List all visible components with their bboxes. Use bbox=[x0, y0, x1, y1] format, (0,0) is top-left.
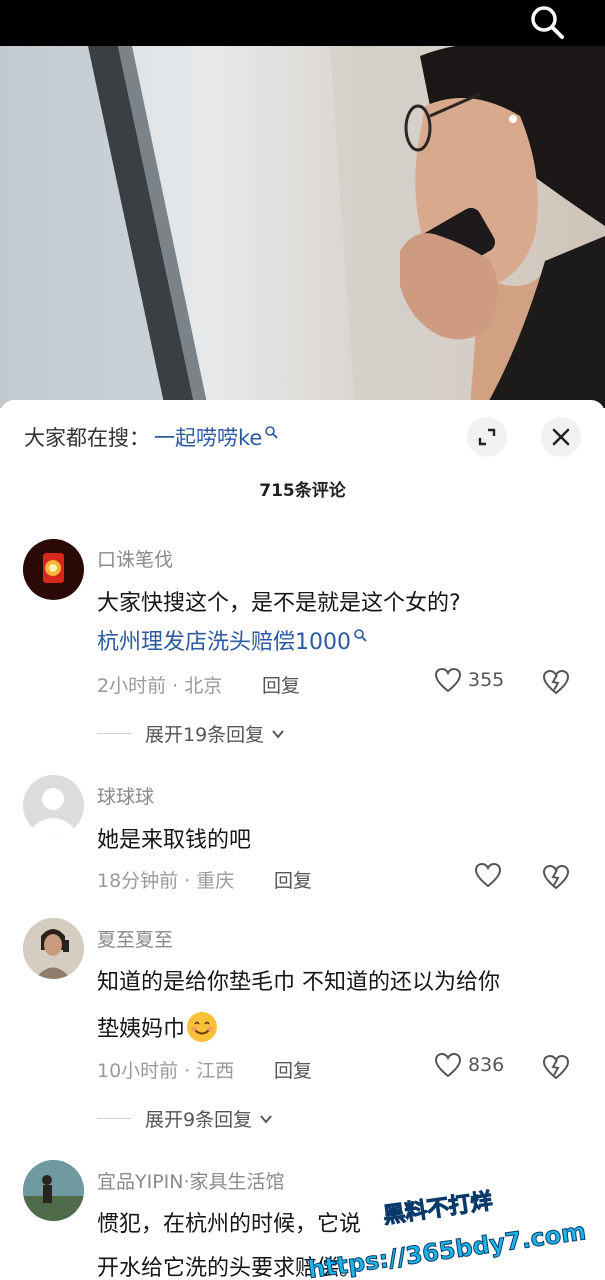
chevron-down-icon bbox=[272, 729, 284, 739]
like-button[interactable]: 355 bbox=[434, 667, 504, 693]
search-small-icon bbox=[354, 629, 367, 642]
reply-button[interactable]: 回复 bbox=[274, 1056, 312, 1083]
reply-button[interactable]: 回复 bbox=[262, 671, 300, 698]
avatar[interactable] bbox=[23, 1160, 84, 1221]
hot-search-keyword[interactable]: 一起唠唠ke bbox=[154, 422, 262, 452]
like-count: 355 bbox=[468, 669, 505, 691]
like-count: 836 bbox=[468, 1054, 505, 1076]
heart-icon bbox=[434, 1052, 462, 1078]
comment-count: 715条评论 bbox=[259, 481, 346, 501]
username[interactable]: 球球球 bbox=[97, 782, 154, 809]
dislike-icon[interactable] bbox=[542, 668, 570, 696]
comments-sheet: 大家都在搜： 一起唠唠ke 715条评论 口诛笔伐 大家快搜这个，是不是就是这个… bbox=[0, 400, 605, 1280]
search-link[interactable]: 杭州理发店洗头赔偿1000 bbox=[97, 624, 367, 656]
avatar[interactable] bbox=[23, 539, 84, 600]
comment-meta: 18分钟前 · 重庆 bbox=[97, 870, 235, 892]
chevron-down-icon bbox=[260, 1114, 272, 1124]
avatar[interactable] bbox=[23, 775, 84, 836]
heart-icon bbox=[474, 862, 502, 888]
comment-text-continued: 垫姨妈巾 bbox=[97, 1017, 186, 1042]
like-button[interactable] bbox=[474, 862, 502, 888]
comment-text: 她是来取钱的吧 bbox=[97, 828, 252, 853]
avatar[interactable] bbox=[23, 918, 84, 979]
username[interactable]: 宜品YIPIN·家具生活馆 bbox=[97, 1167, 285, 1194]
search-small-icon bbox=[265, 426, 278, 439]
hot-search-bar[interactable]: 大家都在搜： 一起唠唠ke bbox=[24, 422, 278, 452]
dislike-icon[interactable] bbox=[542, 863, 570, 891]
username[interactable]: 口诛笔伐 bbox=[97, 545, 173, 572]
close-icon[interactable] bbox=[541, 417, 581, 457]
top-bar bbox=[0, 0, 605, 46]
like-button[interactable]: 836 bbox=[434, 1052, 504, 1078]
comment-text: 大家快搜这个，是不是就是这个女的? bbox=[97, 591, 461, 616]
search-icon[interactable] bbox=[529, 4, 565, 40]
expand-replies-label: 展开19条回复 bbox=[145, 724, 265, 746]
divider bbox=[97, 733, 131, 734]
watermark-overlay: 黑料不打烊 https://365bdy7.com bbox=[300, 1180, 605, 1280]
dislike-icon[interactable] bbox=[542, 1053, 570, 1081]
comment-meta: 10小时前 · 江西 bbox=[97, 1060, 235, 1082]
expand-icon[interactable] bbox=[467, 417, 507, 457]
smile-emoji-icon bbox=[187, 1012, 218, 1042]
username[interactable]: 夏至夏至 bbox=[97, 925, 173, 952]
divider bbox=[97, 1118, 131, 1119]
expand-replies[interactable]: 展开19条回复 bbox=[97, 720, 286, 747]
expand-replies-label: 展开9条回复 bbox=[145, 1109, 253, 1131]
reply-button[interactable]: 回复 bbox=[274, 866, 312, 893]
watermark-line-2: https://365bdy7.com bbox=[306, 1217, 587, 1280]
heart-icon bbox=[434, 667, 462, 693]
comment-text-line: 知道的是给你垫毛巾 不知道的还以为给你 bbox=[97, 970, 500, 995]
expand-replies[interactable]: 展开9条回复 bbox=[97, 1105, 274, 1132]
comment-text-line-2: 垫姨妈巾 bbox=[97, 1011, 218, 1043]
comment-meta: 2小时前 · 北京 bbox=[97, 675, 223, 697]
search-link-text: 杭州理发店洗头赔偿1000 bbox=[97, 630, 351, 655]
watermark-line-1: 黑料不打烊 bbox=[382, 1188, 495, 1229]
hot-search-label: 大家都在搜： bbox=[24, 426, 150, 450]
video-player[interactable] bbox=[0, 46, 605, 408]
